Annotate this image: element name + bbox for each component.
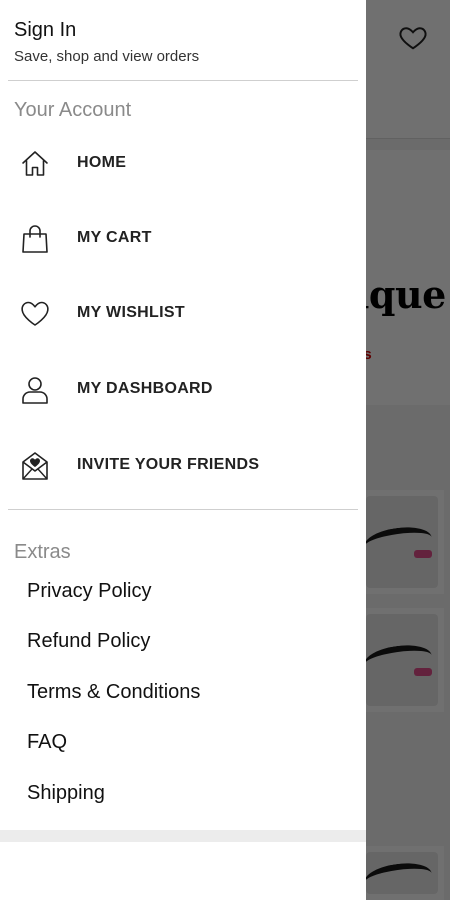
- terms-conditions-link[interactable]: Terms & Conditions: [27, 681, 200, 704]
- shipping-link[interactable]: Shipping: [27, 782, 105, 805]
- nav-item-my-dashboard[interactable]: MY DASHBOARD: [0, 354, 366, 424]
- user-icon: [22, 377, 48, 404]
- nav-item-my-cart[interactable]: MY CART: [0, 203, 366, 273]
- navigation-drawer: Sign In Save, shop and view orders Your …: [0, 0, 366, 900]
- nav-item-label: MY WISHLIST: [77, 304, 185, 321]
- sign-in-title[interactable]: Sign In: [14, 19, 76, 42]
- heart-icon: [21, 301, 49, 326]
- nav-item-my-wishlist[interactable]: MY WISHLIST: [0, 278, 366, 348]
- home-icon: [22, 151, 48, 176]
- divider: [8, 80, 358, 81]
- faq-link[interactable]: FAQ: [27, 731, 67, 754]
- nav-item-label: INVITE YOUR FRIENDS: [77, 456, 260, 473]
- refund-policy-link[interactable]: Refund Policy: [27, 630, 150, 653]
- extras-section-title: Extras: [14, 541, 71, 563]
- nav-item-invite-friends[interactable]: INVITE YOUR FRIENDS: [0, 430, 366, 500]
- nav-item-label: MY DASHBOARD: [77, 380, 213, 397]
- nav-item-label: MY CART: [77, 229, 152, 246]
- sign-in-subtitle: Save, shop and view orders: [14, 48, 200, 65]
- invite-envelope-icon: [22, 452, 48, 480]
- shopping-bag-icon: [22, 225, 48, 253]
- divider: [8, 509, 358, 510]
- privacy-policy-link[interactable]: Privacy Policy: [27, 580, 151, 603]
- nav-item-label: HOME: [77, 154, 127, 171]
- drawer-footer-band: [0, 830, 366, 842]
- nav-item-home[interactable]: HOME: [0, 128, 366, 198]
- account-section-title: Your Account: [14, 99, 132, 121]
